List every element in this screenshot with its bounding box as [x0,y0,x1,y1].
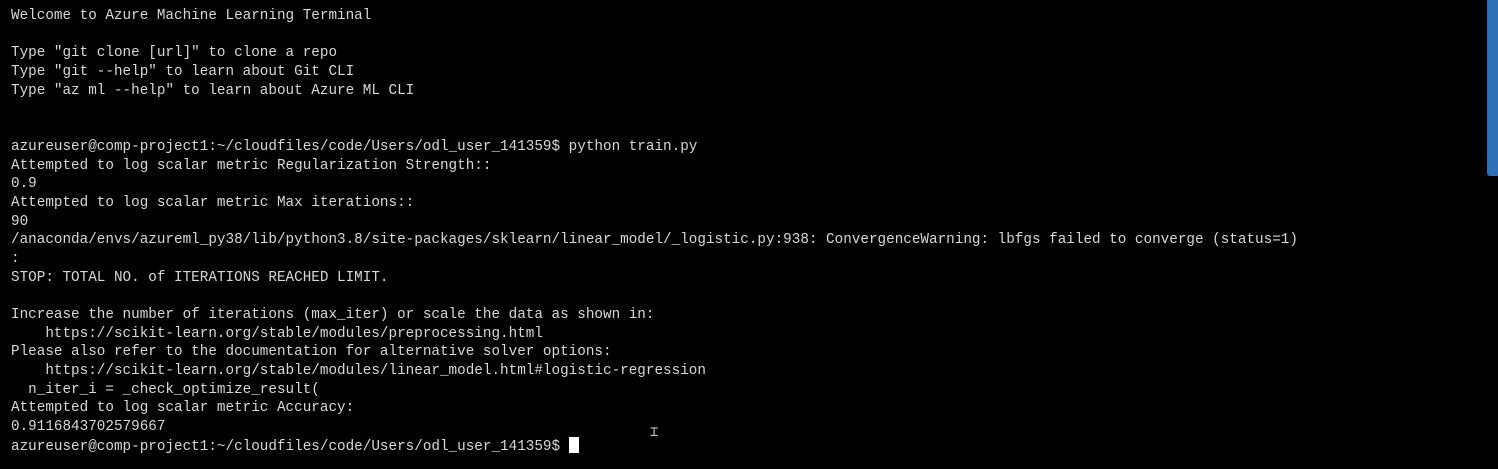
terminal-line: 0.9 [11,176,37,193]
terminal-line: Please also refer to the documentation f… [11,344,612,361]
text-cursor [569,436,580,453]
terminal-line: Attempted to log scalar metric Accuracy: [11,400,355,417]
terminal-line: https://scikit-learn.org/stable/modules/… [11,325,543,342]
terminal-line: STOP: TOTAL NO. of ITERATIONS REACHED LI… [11,269,389,286]
terminal-line: Type "git clone [url]" to clone a repo [11,45,338,62]
terminal-line: /anaconda/envs/azureml_py38/lib/python3.… [11,232,1298,249]
terminal-line: azureuser@comp-project1:~/cloudfiles/cod… [11,138,698,155]
terminal-line: 90 [11,213,29,230]
ibeam-pointer-icon: ⌶ [650,424,659,440]
terminal-line: Type "az ml --help" to learn about Azure… [11,82,415,99]
side-tab-label [1488,6,1497,166]
terminal-output: Welcome to Azure Machine Learning Termin… [11,7,1298,456]
terminal-line: n_iter_i = _check_optimize_result( [11,381,320,398]
terminal-line: : [11,250,20,267]
terminal-line: Attempted to log scalar metric Regulariz… [11,157,492,174]
side-feedback-tab[interactable] [1487,0,1498,176]
terminal-prompt: azureuser@comp-project1:~/cloudfiles/cod… [11,438,561,455]
terminal-window[interactable]: Welcome to Azure Machine Learning Termin… [0,0,1498,469]
terminal-line: https://scikit-learn.org/stable/modules/… [11,363,706,380]
terminal-line: Welcome to Azure Machine Learning Termin… [11,8,372,24]
terminal-line: Attempted to log scalar metric Max itera… [11,194,415,211]
terminal-line: Type "git --help" to learn about Git CLI [11,64,355,81]
terminal-line: Increase the number of iterations (max_i… [11,307,655,323]
